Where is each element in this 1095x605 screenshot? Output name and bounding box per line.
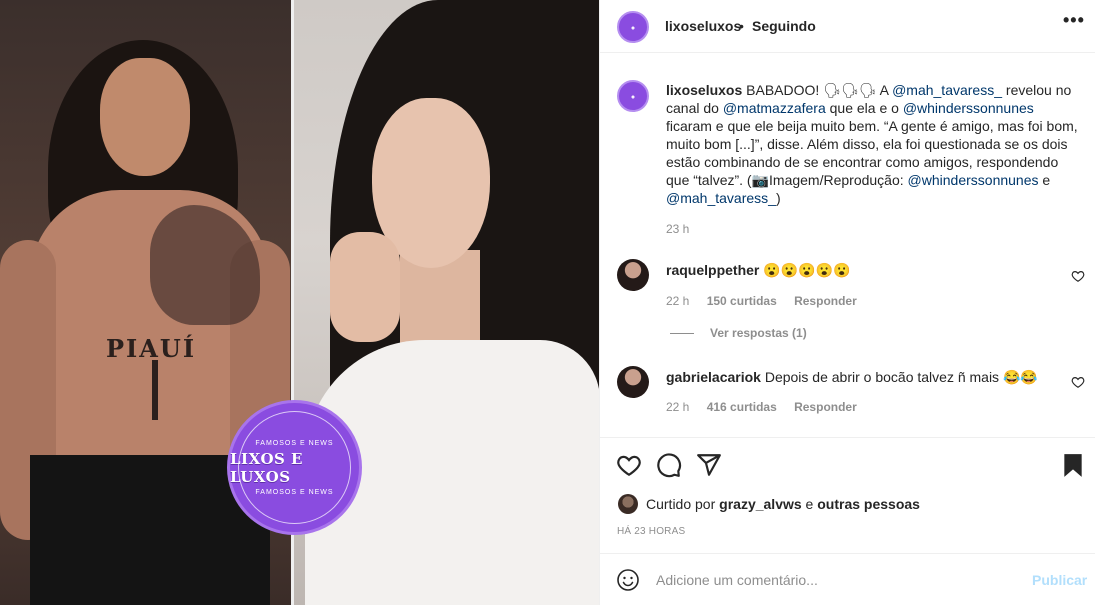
heart-icon[interactable] [616, 452, 642, 478]
avatar-logo-icon: ◉ [631, 93, 635, 99]
mention-link[interactable]: @whinderssonnunes [908, 172, 1039, 188]
comment-likes[interactable]: 150 curtidas [707, 294, 777, 308]
post-side-panel: ◉ lixoseluxos • Seguindo ••• ◉ lixoselux… [599, 0, 1095, 605]
caption-text: BABADOO! 🗣🗣🗣 A [742, 82, 893, 98]
action-bar [600, 437, 1095, 492]
emoji-icon[interactable] [616, 568, 640, 592]
comment-body: 😮😮😮😮😮 [763, 262, 851, 278]
comment-text: raquelppether 😮😮😮😮😮 [666, 261, 850, 279]
caption-text: ) [775, 190, 781, 206]
view-replies-button[interactable]: Ver respostas (1) [670, 326, 807, 340]
comment-input[interactable] [656, 570, 1016, 590]
replies-line [670, 332, 694, 334]
author-username[interactable]: lixoseluxos [665, 18, 741, 34]
view-replies-label: Ver respostas (1) [710, 326, 807, 340]
caption-text: que ela e o [825, 100, 903, 116]
add-comment-bar: Publicar [600, 553, 1095, 605]
post-header: ◉ lixoseluxos • Seguindo ••• [600, 0, 1095, 53]
other-likers-link[interactable]: outras pessoas [817, 496, 920, 512]
person1-face [100, 58, 190, 176]
liker-avatar[interactable] [618, 494, 638, 514]
caption-username[interactable]: lixoseluxos [666, 82, 742, 98]
author-avatar[interactable]: ◉ [617, 11, 649, 43]
avatar-logo-icon: ◉ [631, 24, 635, 30]
comment-meta: 22 h 150 curtidas Responder [666, 294, 871, 308]
bookmark-icon[interactable] [1060, 452, 1086, 478]
comment-text: gabrielacariok Depois de abrir o bocão t… [666, 368, 1038, 386]
comment-icon[interactable] [656, 452, 682, 478]
post-image[interactable]: PIAUÍ FAMOSOS E NEWS LIXOS E LUXOS FAMOS… [0, 0, 599, 605]
comment-time[interactable]: 22 h [666, 400, 689, 414]
comment-meta: 22 h 416 curtidas Responder [666, 400, 871, 414]
caption-avatar[interactable]: ◉ [617, 80, 649, 112]
liked-by: Curtido por grazy_alvws e outras pessoas [618, 494, 920, 514]
comment-username[interactable]: gabrielacariok [666, 369, 761, 385]
publish-button[interactable]: Publicar [1032, 572, 1087, 588]
lixos-e-luxos-logo: FAMOSOS E NEWS LIXOS E LUXOS FAMOSOS E N… [227, 400, 362, 535]
comment-username[interactable]: raquelppether [666, 262, 759, 278]
following-button[interactable]: Seguindo [752, 18, 816, 34]
comments-section[interactable]: ◉ lixoseluxos BABADOO! 🗣🗣🗣 A @mah_tavare… [600, 54, 1095, 437]
caption-timestamp[interactable]: 23 h [666, 222, 689, 236]
liked-by-mid: e [805, 496, 814, 512]
post-timestamp[interactable]: HÁ 23 HORAS [617, 526, 685, 537]
mention-link[interactable]: @mah_tavaress_ [892, 82, 1002, 98]
mention-link[interactable]: @matmazzafera [723, 100, 826, 116]
reply-button[interactable]: Responder [794, 294, 857, 308]
liker-username[interactable]: grazy_alvws [719, 496, 802, 512]
reply-button[interactable]: Responder [794, 400, 857, 414]
person2-hand [330, 232, 400, 342]
share-icon[interactable] [696, 452, 722, 478]
tattoo-text: PIAUÍ [106, 334, 197, 363]
trident-tattoo [152, 360, 158, 420]
mention-link[interactable]: @mah_tavaress_ [666, 190, 776, 206]
like-comment-heart-icon[interactable] [1071, 269, 1085, 283]
commenter-avatar[interactable] [617, 259, 649, 291]
comment-time[interactable]: 22 h [666, 294, 689, 308]
caption-text: e [1038, 172, 1051, 188]
header-separator: • [739, 18, 744, 34]
like-comment-heart-icon[interactable] [1071, 375, 1085, 389]
commenter-avatar[interactable] [617, 366, 649, 398]
comment-body: Depois de abrir o bocão talvez ñ mais 😂😂 [764, 369, 1038, 385]
post-caption: lixoseluxos BABADOO! 🗣🗣🗣 A @mah_tavaress… [666, 81, 1083, 207]
mention-link[interactable]: @whinderssonnunes [903, 100, 1034, 116]
liked-by-prefix: Curtido por [646, 496, 716, 512]
logo-ring [238, 411, 351, 524]
more-options-icon[interactable]: ••• [1063, 10, 1085, 31]
comment-likes[interactable]: 416 curtidas [707, 400, 777, 414]
